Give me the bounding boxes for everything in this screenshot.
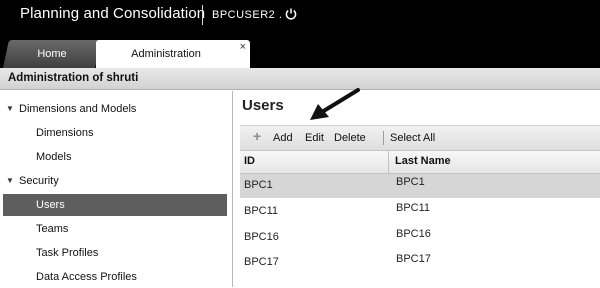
sidebar-group-label: Security [19, 175, 59, 187]
sidebar-group-label: Dimensions and Models [19, 103, 137, 115]
cell-id: BPC17 [244, 256, 279, 268]
column-header-last-name[interactable]: Last Name [395, 155, 451, 167]
edit-button[interactable]: Edit [305, 132, 324, 144]
delete-button[interactable]: Delete [334, 132, 366, 144]
cell-last-name: BPC1 [396, 176, 425, 188]
caret-down-icon[interactable]: ▼ [6, 98, 14, 120]
tab-home[interactable]: Home [3, 40, 101, 68]
column-header-id[interactable]: ID [244, 155, 255, 167]
column-divider[interactable] [388, 151, 389, 174]
tab-administration-label: Administration [131, 48, 201, 60]
cell-last-name: BPC16 [396, 228, 431, 240]
cell-id: BPC1 [244, 179, 273, 191]
cell-last-name: BPC17 [396, 253, 431, 265]
page-title: Administration of shruti [8, 72, 139, 84]
sidebar-item-label: Data Access Profiles [36, 271, 137, 283]
section-title: Users [242, 97, 284, 114]
sidebar-item-models[interactable]: Models [3, 146, 227, 168]
caret-down-icon[interactable]: ▼ [6, 170, 14, 192]
sidebar-item-label: Models [36, 151, 72, 163]
title-divider [202, 5, 203, 25]
user-name[interactable]: BPCUSER2 . [212, 9, 282, 21]
sidebar-group-security[interactable]: ▼ Security [0, 170, 232, 192]
tab-home-label: Home [37, 48, 67, 60]
sidebar-item-teams[interactable]: Teams [3, 218, 227, 240]
sidebar-item-label: Dimensions [36, 127, 94, 139]
table-header: ID Last Name [240, 150, 600, 174]
sidebar-item-label: Teams [36, 223, 69, 235]
table-row[interactable]: BPC16 BPC16 [240, 226, 600, 250]
table-row[interactable]: BPC17 BPC17 [240, 251, 600, 275]
sidebar-item-task-profiles[interactable]: Task Profiles [3, 242, 227, 264]
plus-icon[interactable]: + [253, 128, 261, 144]
cell-id: BPC16 [244, 231, 279, 243]
sidebar-item-dimensions[interactable]: Dimensions [3, 122, 227, 144]
sidebar-item-label: Users [36, 199, 65, 211]
tab-administration[interactable]: Administration × [96, 40, 250, 68]
sidebar-item-data-access-profiles[interactable]: Data Access Profiles [3, 266, 227, 288]
close-icon[interactable]: × [240, 41, 246, 53]
toolbar: + Add Edit Delete Select All [240, 125, 600, 150]
sidebar: ▼ Dimensions and Models Dimensions Model… [0, 91, 233, 287]
toolbar-divider [383, 131, 384, 145]
cell-id: BPC11 [244, 205, 279, 217]
sidebar-item-users[interactable]: Users [3, 194, 227, 216]
arrow-icon [310, 88, 360, 120]
add-button[interactable]: Add [273, 132, 293, 144]
select-all-button[interactable]: Select All [390, 132, 435, 144]
sidebar-group-dimensions-and-models[interactable]: ▼ Dimensions and Models [0, 98, 232, 120]
main-panel: Users + Add Edit Delete Select All ID La… [234, 91, 600, 287]
power-icon[interactable] [284, 7, 298, 21]
shell-header: Planning and Consolidation BPCUSER2 . Ho… [0, 0, 600, 68]
table-row[interactable]: BPC11 BPC11 [240, 200, 600, 224]
table-row[interactable]: BPC1 BPC1 [240, 174, 600, 198]
app-title: Planning and Consolidation [20, 5, 206, 22]
cell-last-name: BPC11 [396, 202, 431, 214]
sidebar-item-label: Task Profiles [36, 247, 99, 259]
